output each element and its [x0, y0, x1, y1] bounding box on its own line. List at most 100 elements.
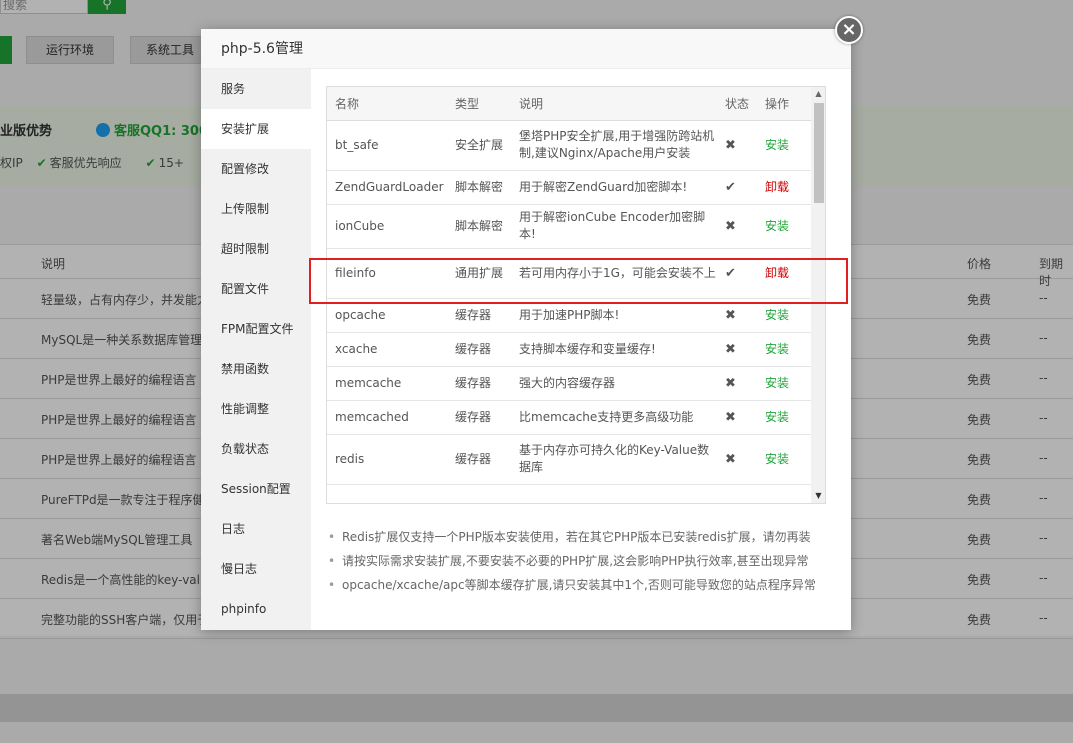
- uninstall-link[interactable]: 卸载: [765, 266, 789, 280]
- col-op: 操作: [757, 87, 811, 121]
- sidebar-item[interactable]: 超时限制: [201, 229, 311, 269]
- extension-name: memcached: [327, 400, 447, 435]
- extension-desc: 用于解密ZendGuard加密脚本!: [511, 170, 717, 205]
- extension-name: ionCube: [327, 204, 447, 249]
- extension-status: ✖: [717, 120, 757, 171]
- extension-row: opcache 缓存器 用于加速PHP脚本! ✖ 安装: [327, 298, 811, 333]
- cross-icon: ✖: [725, 307, 736, 323]
- sidebar-item[interactable]: 配置文件: [201, 269, 311, 309]
- modal-sidebar: 服务 安装扩展 配置修改 上传限制 超时限制 配置文件 FPM配置文件 禁用函数 性能调整 负载状…: [201, 69, 311, 630]
- install-link[interactable]: 安装: [765, 138, 789, 152]
- extension-row: memcached 缓存器 比memcache支持更多高级功能 ✖ 安装: [327, 400, 811, 435]
- sidebar-item[interactable]: 上传限制: [201, 189, 311, 229]
- note-item: 请按实际需求安装扩展,不要安装不必要的PHP扩展,这会影响PHP执行效率,甚至出…: [328, 549, 828, 573]
- extension-op: 安装: [757, 298, 811, 333]
- extension-type: 通用扩展: [447, 248, 511, 299]
- extension-status: ✖: [717, 298, 757, 333]
- extension-op: 安装: [757, 120, 811, 171]
- table-scrollbar[interactable]: ▲ ▼: [811, 87, 825, 503]
- notes-list: Redis扩展仅支持一个PHP版本安装使用，若在其它PHP版本已安装redis扩…: [328, 525, 828, 597]
- close-icon: ×: [841, 19, 857, 40]
- install-link[interactable]: 安装: [765, 308, 789, 322]
- extension-row: memcache 缓存器 强大的内容缓存器 ✖ 安装: [327, 366, 811, 401]
- modal-title: php-5.6管理: [201, 29, 851, 69]
- extension-status: ✖: [717, 434, 757, 485]
- extension-type: 脚本解密: [447, 204, 511, 249]
- install-link[interactable]: 安装: [765, 219, 789, 233]
- cross-icon: ✖: [725, 451, 736, 467]
- install-link[interactable]: 安装: [765, 376, 789, 390]
- extension-desc: 支持脚本缓存和变量缓存!: [511, 332, 717, 367]
- extension-op: 卸载: [757, 170, 811, 205]
- extension-name: bt_safe: [327, 120, 447, 171]
- sidebar-item[interactable]: 安装扩展: [201, 109, 311, 149]
- extension-desc: 用于加速PHP脚本!: [511, 298, 717, 333]
- cross-icon: ✖: [725, 409, 736, 425]
- col-desc: 说明: [511, 87, 717, 121]
- sidebar-item[interactable]: 配置修改: [201, 149, 311, 189]
- sidebar-item[interactable]: 禁用函数: [201, 349, 311, 389]
- extension-type: 缓存器: [447, 332, 511, 367]
- extension-row: ionCube 脚本解密 用于解密ionCube Encoder加密脚本! ✖ 安装: [327, 204, 811, 249]
- extension-type: 脚本解密: [447, 170, 511, 205]
- extension-type: 安全扩展: [447, 120, 511, 171]
- extension-status: ✖: [717, 204, 757, 249]
- install-link[interactable]: 安装: [765, 452, 789, 466]
- extension-row: fileinfo 通用扩展 若可用内存小于1G，可能会安装不上 ✔ 卸载: [327, 248, 811, 299]
- sidebar-item[interactable]: phpinfo: [201, 589, 311, 629]
- install-link[interactable]: 安装: [765, 342, 789, 356]
- cross-icon: ✖: [725, 341, 736, 357]
- extension-desc: 基于内存亦可持久化的Key-Value数据库: [511, 434, 717, 485]
- extension-status: ✖: [717, 332, 757, 367]
- note-item: Redis扩展仅支持一个PHP版本安装使用，若在其它PHP版本已安装redis扩…: [328, 525, 828, 549]
- scroll-thumb[interactable]: [814, 103, 824, 203]
- extension-type: 缓存器: [447, 400, 511, 435]
- col-type: 类型: [447, 87, 511, 121]
- extension-row: xcache 缓存器 支持脚本缓存和变量缓存! ✖ 安装: [327, 332, 811, 367]
- extension-desc: 堡塔PHP安全扩展,用于增强防跨站机制,建议Nginx/Apache用户安装: [511, 120, 717, 171]
- extension-op: 安装: [757, 434, 811, 485]
- extension-desc: 若可用内存小于1G，可能会安装不上: [511, 248, 717, 299]
- extension-name: xcache: [327, 332, 447, 367]
- extensions-table-wrap[interactable]: 名称 类型 说明 状态 操作 bt_safe 安全扩展 堡塔PHP安全扩展,用于增强…: [326, 86, 826, 504]
- sidebar-item[interactable]: 负载状态: [201, 429, 311, 469]
- note-item: opcache/xcache/apc等脚本缓存扩展,请只安装其中1个,否则可能导…: [328, 573, 828, 597]
- check-icon: ✔: [725, 179, 736, 195]
- extension-type: 缓存器: [447, 366, 511, 401]
- extensions-table: 名称 类型 说明 状态 操作 bt_safe 安全扩展 堡塔PHP安全扩展,用于增强…: [327, 87, 811, 485]
- extension-op: 卸载: [757, 248, 811, 299]
- extension-op: 安装: [757, 332, 811, 367]
- extension-name: redis: [327, 434, 447, 485]
- check-icon: ✔: [725, 265, 736, 281]
- sidebar-item[interactable]: 日志: [201, 509, 311, 549]
- extension-row: redis 缓存器 基于内存亦可持久化的Key-Value数据库 ✖ 安装: [327, 434, 811, 485]
- extension-name: fileinfo: [327, 248, 447, 299]
- extension-name: ZendGuardLoader: [327, 170, 447, 205]
- uninstall-link[interactable]: 卸载: [765, 180, 789, 194]
- close-modal-button[interactable]: ×: [835, 16, 863, 44]
- php-manage-modal: php-5.6管理 服务 安装扩展 配置修改 上传限制 超时限制 配置文件 FPM配置文件禁…: [201, 29, 851, 630]
- sidebar-item[interactable]: 慢日志: [201, 549, 311, 589]
- sidebar-item[interactable]: 性能调整: [201, 389, 311, 429]
- extension-status: ✖: [717, 366, 757, 401]
- sidebar-item[interactable]: 服务: [201, 69, 311, 109]
- cross-icon: ✖: [725, 137, 736, 153]
- sidebar-item[interactable]: FPM配置文件: [201, 309, 311, 349]
- install-link[interactable]: 安装: [765, 410, 789, 424]
- extension-row: ZendGuardLoader 脚本解密 用于解密ZendGuard加密脚本! ✔ 卸载: [327, 170, 811, 205]
- extension-name: memcache: [327, 366, 447, 401]
- extension-name: opcache: [327, 298, 447, 333]
- cross-icon: ✖: [725, 375, 736, 391]
- scroll-up-arrow-icon[interactable]: ▲: [811, 87, 825, 101]
- extension-type: 缓存器: [447, 298, 511, 333]
- extension-type: 缓存器: [447, 434, 511, 485]
- scroll-down-arrow-icon[interactable]: ▼: [811, 489, 825, 503]
- extension-status: ✖: [717, 400, 757, 435]
- extension-op: 安装: [757, 366, 811, 401]
- extension-desc: 强大的内容缓存器: [511, 366, 717, 401]
- extension-op: 安装: [757, 400, 811, 435]
- col-name: 名称: [327, 87, 447, 121]
- extension-status: ✔: [717, 170, 757, 205]
- extension-op: 安装: [757, 204, 811, 249]
- sidebar-item[interactable]: Session配置: [201, 469, 311, 509]
